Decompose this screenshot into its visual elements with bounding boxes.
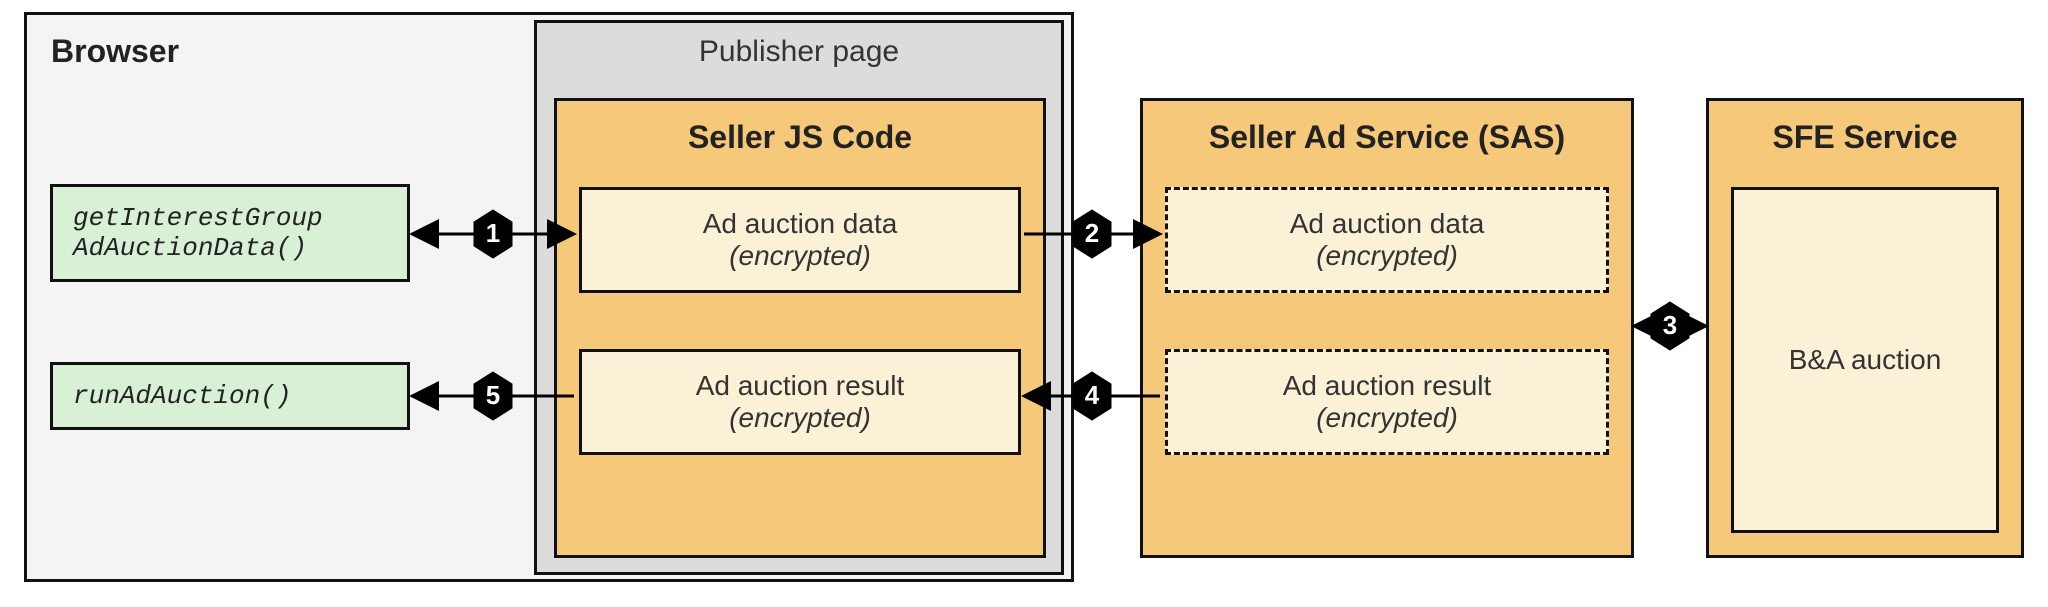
sas-result-box: Ad auction result (encrypted) (1165, 349, 1609, 455)
sfe-body-label: B&A auction (1789, 344, 1942, 376)
step-4-badge: 4 (1085, 380, 1100, 410)
sfe-body-box: B&A auction (1731, 187, 1999, 533)
sas-data-label: Ad auction data (1178, 208, 1596, 240)
seller-js-result-label: Ad auction result (592, 370, 1008, 402)
seller-js-title: Seller JS Code (557, 101, 1043, 166)
sfe-card: SFE Service B&A auction (1706, 98, 2024, 558)
sas-data-box: Ad auction data (encrypted) (1165, 187, 1609, 293)
publisher-page-label: Publisher page (537, 35, 1061, 69)
step-2-badge: 2 (1085, 218, 1099, 248)
seller-js-data-label: Ad auction data (592, 208, 1008, 240)
sas-title: Seller Ad Service (SAS) (1143, 101, 1631, 166)
sas-data-enc: (encrypted) (1178, 240, 1596, 272)
diagram-canvas: Browser Publisher page Seller JS Code Ad… (0, 0, 2048, 607)
seller-js-card: Seller JS Code Ad auction data (encrypte… (554, 98, 1046, 558)
seller-js-data-box: Ad auction data (encrypted) (579, 187, 1021, 293)
api-run-ad-label: runAdAuction() (73, 381, 387, 411)
sas-result-enc: (encrypted) (1178, 402, 1596, 434)
seller-js-result-enc: (encrypted) (592, 402, 1008, 434)
seller-js-result-box: Ad auction result (encrypted) (579, 349, 1021, 455)
api-run-ad-box: runAdAuction() (50, 362, 410, 430)
api-get-ig-l1: getInterestGroup (73, 203, 387, 233)
api-get-ig-box: getInterestGroup AdAuctionData() (50, 184, 410, 282)
browser-label: Browser (51, 33, 179, 70)
sfe-title: SFE Service (1709, 101, 2021, 166)
sas-result-label: Ad auction result (1178, 370, 1596, 402)
step-3-badge: 3 (1663, 310, 1677, 340)
seller-js-data-enc: (encrypted) (592, 240, 1008, 272)
api-get-ig-l2: AdAuctionData() (73, 233, 387, 263)
sas-card: Seller Ad Service (SAS) Ad auction data … (1140, 98, 1634, 558)
